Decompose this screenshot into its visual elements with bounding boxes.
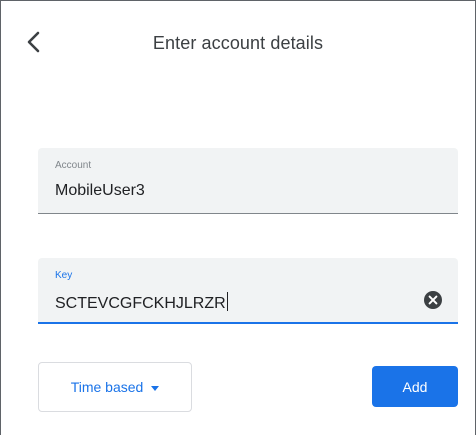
key-field-label: Key <box>55 270 73 281</box>
clear-circle-icon <box>424 291 442 309</box>
text-caret <box>226 292 228 311</box>
dropdown-arrow-icon <box>151 385 160 391</box>
page-title: Enter account details <box>152 33 324 53</box>
key-type-dropdown[interactable]: Time based <box>38 362 192 412</box>
add-account-screen: Enter account details Account MobileUser… <box>0 0 476 435</box>
key-field[interactable]: Key SCTEVCGFCKHJLRZR <box>38 258 458 324</box>
add-button[interactable]: Add <box>372 366 458 407</box>
account-field-label: Account <box>55 160 92 171</box>
clear-key-button[interactable] <box>423 290 443 310</box>
account-field[interactable]: Account MobileUser3 <box>38 148 458 214</box>
key-type-selected: Time based <box>70 379 144 395</box>
key-input[interactable]: SCTEVCGFCKHJLRZR <box>55 292 228 313</box>
key-input-text: SCTEVCGFCKHJLRZR <box>55 295 226 312</box>
account-input[interactable]: MobileUser3 <box>55 182 145 200</box>
